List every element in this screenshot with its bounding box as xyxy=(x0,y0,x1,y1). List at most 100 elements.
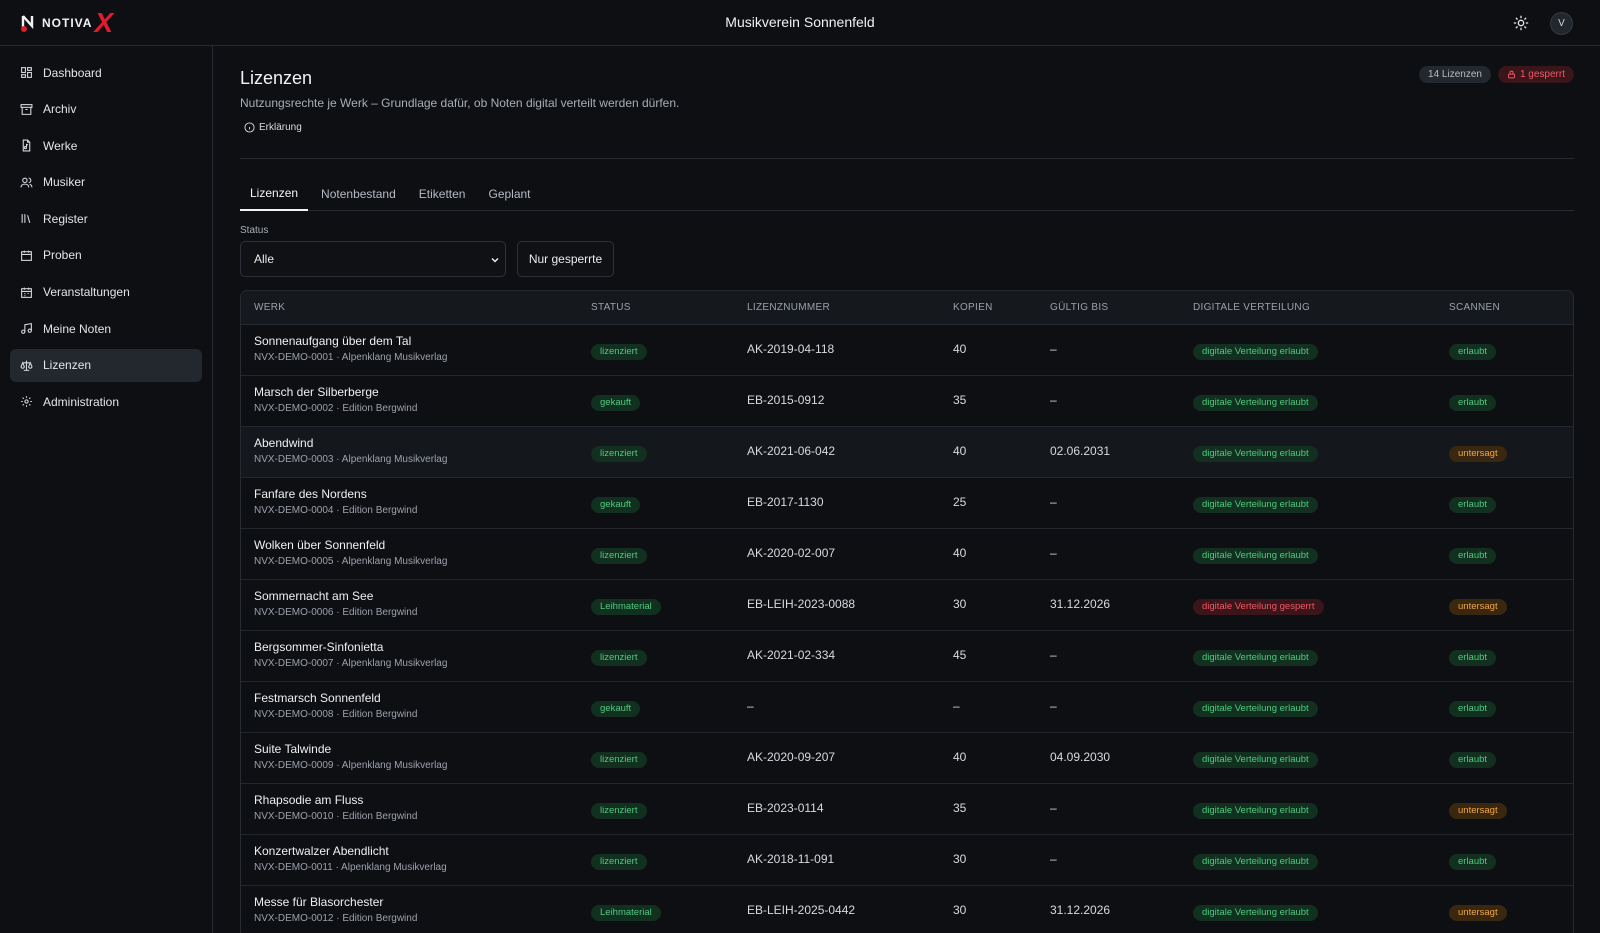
column-header-status[interactable]: STATUS xyxy=(591,302,631,313)
copies-count: 30 xyxy=(953,852,967,866)
explain-link[interactable]: Erklärung xyxy=(244,122,302,133)
license-number: – xyxy=(747,699,754,713)
column-header-digitale-verteilung[interactable]: DIGITALE VERTEILUNG xyxy=(1193,302,1310,313)
table-row[interactable]: Marsch der Silberberge NVX-DEMO-0002 · Ed… xyxy=(241,376,1573,427)
status-badge: gekauft xyxy=(591,496,641,513)
valid-until: – xyxy=(1050,495,1057,509)
werk-title[interactable]: Abendwind xyxy=(254,436,447,450)
status-filter-select[interactable]: Alle xyxy=(240,241,506,277)
werk-cell: Fanfare des Nordens NVX-DEMO-0004 · Editi… xyxy=(254,487,417,516)
works-icon xyxy=(20,139,33,152)
sidebar-item-label: Meine Noten xyxy=(43,321,112,336)
license-number: EB-2023-0114 xyxy=(747,801,824,815)
werk-subtitle: NVX-DEMO-0001 · Alpenklang Musikverlag xyxy=(254,352,448,363)
werk-title[interactable]: Wolken über Sonnenfeld xyxy=(254,538,447,552)
lock-icon xyxy=(1508,70,1515,79)
werk-title[interactable]: Rhapsodie am Fluss xyxy=(254,793,417,807)
distribution-badge: digitale Verteilung erlaubt xyxy=(1193,700,1318,717)
sidebar-item-werke[interactable]: Werke xyxy=(10,129,202,162)
werk-subtitle: NVX-DEMO-0007 · Alpenklang Musikverlag xyxy=(254,658,448,669)
distribution-badge: digitale Verteilung erlaubt xyxy=(1193,547,1318,564)
valid-until: – xyxy=(1050,342,1057,356)
column-header-kopien[interactable]: KOPIEN xyxy=(953,302,993,313)
scan-cell: erlaubt xyxy=(1449,648,1497,666)
license-number: AK-2020-02-007 xyxy=(747,546,836,560)
copies-count: 40 xyxy=(953,444,967,458)
werk-subtitle: NVX-DEMO-0005 · Alpenklang Musikverlag xyxy=(254,556,448,567)
werk-subtitle: NVX-DEMO-0012 · Edition Bergwind xyxy=(254,913,418,924)
tab-notenbestand[interactable]: Notenbestand xyxy=(311,176,406,211)
header-badges: 14 Lizenzen 1 gesperrt xyxy=(1419,66,1574,83)
status-badge: lizenziert xyxy=(591,751,647,768)
scan-badge: erlaubt xyxy=(1449,496,1497,513)
sidebar-item-dashboard[interactable]: Dashboard xyxy=(10,56,202,89)
scan-badge: erlaubt xyxy=(1449,853,1497,870)
table-row[interactable]: Rhapsodie am Fluss NVX-DEMO-0010 · Editio… xyxy=(241,784,1573,835)
scan-cell: untersagt xyxy=(1449,801,1507,819)
werk-title[interactable]: Bergsommer-Sinfonietta xyxy=(254,640,447,654)
table-row[interactable]: Konzertwalzer Abendlicht NVX-DEMO-0011 · … xyxy=(241,835,1573,886)
werk-title[interactable]: Fanfare des Nordens xyxy=(254,487,417,501)
status-badge: Leihmaterial xyxy=(591,598,661,615)
tab-lizenzen[interactable]: Lizenzen xyxy=(240,176,309,211)
werk-title[interactable]: Konzertwalzer Abendlicht xyxy=(254,844,447,858)
scan-cell: erlaubt xyxy=(1449,852,1497,870)
table-row[interactable]: Messe für Blasorchester NVX-DEMO-0012 · E… xyxy=(241,886,1573,933)
sidebar-item-musiker[interactable]: Musiker xyxy=(10,166,202,199)
tab-geplant[interactable]: Geplant xyxy=(478,176,540,211)
werk-title[interactable]: Marsch der Silberberge xyxy=(254,385,417,399)
theme-toggle-button[interactable] xyxy=(1510,12,1532,34)
column-header-gueltig-bis[interactable]: GÜLTIG BIS xyxy=(1050,302,1108,313)
table-row[interactable]: Sommernacht am See NVX-DEMO-0006 · Editio… xyxy=(241,580,1573,631)
copies-count: 35 xyxy=(953,801,967,815)
table-row[interactable]: Festmarsch Sonnenfeld NVX-DEMO-0008 · Edi… xyxy=(241,682,1573,733)
werk-title[interactable]: Messe für Blasorchester xyxy=(254,895,417,909)
scale-icon xyxy=(20,359,33,372)
tab-etiketten[interactable]: Etiketten xyxy=(409,176,476,211)
only-locked-button[interactable]: Nur gesperrte xyxy=(517,241,614,277)
license-number: EB-LEIH-2025-0442 xyxy=(747,903,856,917)
sidebar-item-proben[interactable]: Proben xyxy=(10,239,202,272)
status-cell: lizenziert xyxy=(591,750,647,768)
distribution-cell: digitale Verteilung erlaubt xyxy=(1193,852,1318,870)
werk-subtitle: NVX-DEMO-0003 · Alpenklang Musikverlag xyxy=(254,454,448,465)
sidebar-item-lizenzen[interactable]: Lizenzen xyxy=(10,348,202,382)
table-row[interactable]: Bergsommer-Sinfonietta NVX-DEMO-0007 · Al… xyxy=(241,631,1573,682)
distribution-badge: digitale Verteilung erlaubt xyxy=(1193,496,1318,513)
sidebar-item-register[interactable]: Register xyxy=(10,202,202,235)
column-header-scannen[interactable]: SCANNEN xyxy=(1449,302,1500,313)
info-icon xyxy=(244,122,255,133)
werk-title[interactable]: Sonnenaufgang über dem Tal xyxy=(254,334,447,348)
sidebar-item-veranstaltungen[interactable]: Veranstaltungen xyxy=(10,276,202,309)
werk-title[interactable]: Suite Talwinde xyxy=(254,742,447,756)
status-badge: gekauft xyxy=(591,700,641,717)
sidebar-item-archiv[interactable]: Archiv xyxy=(10,93,202,126)
status-badge: Leihmaterial xyxy=(591,904,661,921)
column-header-werk[interactable]: WERK xyxy=(254,302,285,313)
werk-title[interactable]: Festmarsch Sonnenfeld xyxy=(254,691,417,705)
column-header-lizenznummer[interactable]: LIZENZNUMMER xyxy=(747,302,830,313)
status-cell: lizenziert xyxy=(591,648,647,666)
avatar[interactable]: V xyxy=(1550,12,1573,35)
werk-subtitle: NVX-DEMO-0008 · Edition Bergwind xyxy=(254,709,418,720)
table-row[interactable]: Sonnenaufgang über dem Tal NVX-DEMO-0001 … xyxy=(241,325,1573,376)
sidebar-item-administration[interactable]: Administration xyxy=(10,385,202,418)
sidebar-item-label: Archiv xyxy=(43,102,77,117)
app-logo[interactable]: NOTIVA X xyxy=(20,9,113,37)
werk-title[interactable]: Sommernacht am See xyxy=(254,589,417,603)
table-row[interactable]: Abendwind NVX-DEMO-0003 · Alpenklang Musi… xyxy=(241,427,1573,478)
table-row[interactable]: Fanfare des Nordens NVX-DEMO-0004 · Editi… xyxy=(241,478,1573,529)
status-badge: lizenziert xyxy=(591,343,647,360)
table-row[interactable]: Wolken über Sonnenfeld NVX-DEMO-0005 · Al… xyxy=(241,529,1573,580)
scan-badge: untersagt xyxy=(1449,904,1507,921)
table-row[interactable]: Suite Talwinde NVX-DEMO-0009 · Alpenklang… xyxy=(241,733,1573,784)
sidebar: Dashboard Archiv Werke Musiker Register … xyxy=(0,46,213,933)
sidebar-item-label: Musiker xyxy=(43,175,86,190)
copies-count: 30 xyxy=(953,903,967,917)
scan-badge: erlaubt xyxy=(1449,547,1497,564)
distribution-cell: digitale Verteilung erlaubt xyxy=(1193,393,1318,411)
table-body: Sonnenaufgang über dem Tal NVX-DEMO-0001 … xyxy=(241,325,1573,933)
sidebar-item-meine-noten[interactable]: Meine Noten xyxy=(10,312,202,345)
status-badge: gekauft xyxy=(591,394,641,411)
distribution-badge: digitale Verteilung erlaubt xyxy=(1193,802,1318,819)
